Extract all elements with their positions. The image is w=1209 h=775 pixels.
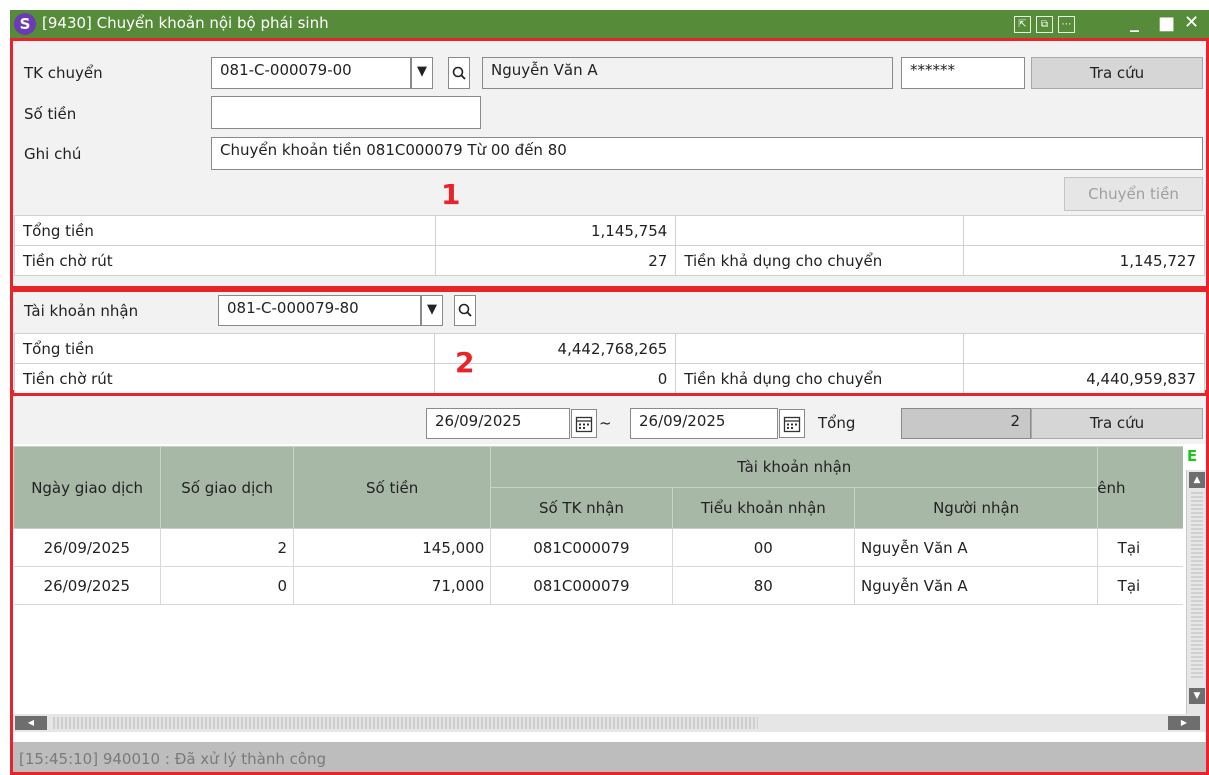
scroll-left-icon[interactable]: ◀ [15, 716, 47, 730]
cell-so-gd: 0 [160, 566, 295, 605]
cell-kenh: Tại [1097, 528, 1183, 567]
history-table: Ngày giao dịch Số giao dịch Số tiền Tài … [13, 446, 1183, 605]
destination-account-select[interactable]: 081-C-000079-80 [218, 295, 421, 326]
tien-kha-dung-label: Tiền khả dụng cho chuyển [675, 245, 965, 276]
cell-so-tk: 081C000079 [490, 566, 673, 605]
cell-so-tien: 71,000 [293, 566, 492, 605]
col-header-ngay[interactable]: Ngày giao dịch [13, 446, 162, 529]
tong-tien-label: Tổng tiền [13, 333, 436, 364]
empty-cell [675, 215, 965, 246]
date-to-input[interactable]: 26/09/2025 [630, 408, 778, 439]
status-bar: [15:45:10] 940010 : Đã xử lý thành công [13, 742, 1206, 772]
cell-nguoi-nhan: Nguyễn Văn A [854, 528, 1099, 567]
options-icon[interactable]: ⋯ [1058, 16, 1075, 33]
col-header-so-gd[interactable]: Số giao dịch [160, 446, 295, 529]
section-marker-1: 1 [441, 178, 461, 211]
pin-icon[interactable]: ⇱ [1014, 16, 1031, 33]
date-separator: ~ [599, 414, 612, 432]
table-row[interactable]: 26/09/2025 2 145,000 081C000079 00 Nguyễ… [13, 528, 1183, 567]
empty-cell [963, 333, 1205, 364]
history-lookup-button[interactable]: Tra cứu [1031, 408, 1203, 439]
empty-cell [963, 215, 1205, 246]
tien-cho-rut-label: Tiền chờ rút [13, 363, 436, 394]
col-header-so-tien[interactable]: Số tiền [293, 446, 492, 529]
cell-so-tien: 145,000 [293, 528, 492, 567]
destination-summary-table: Tổng tiền 4,442,768,265 Tiền chờ rút 0 T… [13, 333, 1205, 394]
source-account-select[interactable]: 081-C-000079-00 [211, 57, 411, 89]
cell-kenh: Tại [1097, 566, 1183, 605]
cell-ngay: 26/09/2025 [13, 566, 162, 605]
empty-cell [675, 333, 965, 364]
calendar-icon[interactable] [779, 409, 805, 438]
maximize-icon[interactable]: ■ [1158, 13, 1175, 34]
date-from-input[interactable]: 26/09/2025 [426, 408, 570, 439]
close-icon[interactable]: ✕ [1184, 12, 1199, 33]
lookup-button[interactable]: Tra cứu [1031, 57, 1203, 89]
so-tien-label: Số tiền [24, 105, 77, 123]
total-count: 2 [901, 408, 1031, 439]
window-titlebar[interactable]: S [9430] Chuyển khoản nội bộ phái sinh ⇱… [10, 10, 1209, 38]
cell-so-gd: 2 [160, 528, 295, 567]
col-header-kenh[interactable]: Kênh [1097, 446, 1183, 529]
tien-cho-rut-label: Tiền chờ rút [14, 245, 436, 276]
account-holder-name: Nguyễn Văn A [482, 57, 893, 89]
cell-ngay: 26/09/2025 [13, 528, 162, 567]
app-logo-icon: S [14, 13, 36, 35]
col-group-tk-nhan: Tài khoản nhận [490, 446, 1099, 488]
scroll-thumb[interactable] [53, 717, 758, 729]
cell-nguoi-nhan: Nguyễn Văn A [854, 566, 1099, 605]
cell-kenh-text: Tại [1117, 538, 1141, 557]
tien-cho-rut-value: 27 [434, 245, 677, 276]
table-row: Tổng tiền 4,442,768,265 [13, 333, 1205, 364]
section-marker-2: 2 [455, 346, 475, 379]
cell-kenh-text: Tại [1117, 576, 1141, 595]
cell-tieu-khoan: 00 [672, 528, 856, 567]
password-input[interactable]: ****** [901, 57, 1025, 89]
amount-input[interactable] [211, 96, 481, 129]
transfer-button[interactable]: Chuyển tiền [1064, 177, 1203, 211]
scroll-track[interactable] [1191, 492, 1203, 678]
table-row: Tiền chờ rút 27 Tiền khả dụng cho chuyển… [14, 245, 1205, 276]
horizontal-scrollbar[interactable]: ◀ ▶ [13, 714, 1206, 732]
tien-kha-dung-value: 1,145,727 [963, 245, 1205, 276]
source-summary-table: Tổng tiền 1,145,754 Tiền chờ rút 27 Tiền… [14, 215, 1205, 276]
table-row: Tổng tiền 1,145,754 [14, 215, 1205, 246]
calendar-icon[interactable] [571, 409, 597, 438]
vertical-scrollbar[interactable]: ▲ ▼ [1186, 470, 1206, 714]
note-input[interactable]: Chuyển khoản tiền 081C000079 Từ 00 đến 8… [211, 137, 1203, 170]
tong-tien-label: Tổng tiền [14, 215, 436, 246]
tien-kha-dung-label: Tiền khả dụng cho chuyển [675, 363, 965, 394]
ghi-chu-label: Ghi chú [24, 145, 82, 163]
search-icon[interactable] [454, 295, 476, 326]
minimize-icon[interactable]: _ [1130, 12, 1139, 33]
scroll-down-icon[interactable]: ▼ [1189, 688, 1205, 704]
tong-label: Tổng [818, 414, 856, 432]
col-header-nguoi-nhan[interactable]: Người nhận [854, 487, 1099, 529]
col-header-kenh-label: Kênh [1097, 478, 1126, 497]
tien-kha-dung-value: 4,440,959,837 [963, 363, 1205, 394]
table-row: Tiền chờ rút 0 Tiền khả dụng cho chuyển … [13, 363, 1205, 394]
tk-nhan-label: Tài khoản nhận [24, 302, 139, 320]
popout-icon[interactable]: ⧉ [1036, 16, 1053, 33]
tong-tien-value: 1,145,754 [434, 215, 677, 246]
cell-tieu-khoan: 80 [672, 566, 856, 605]
cell-so-tk: 081C000079 [490, 528, 673, 567]
scroll-right-icon[interactable]: ▶ [1168, 716, 1200, 730]
chevron-down-icon[interactable]: ▼ [421, 295, 443, 326]
col-header-tieu-khoan[interactable]: Tiểu khoản nhận [671, 487, 856, 529]
tk-chuyen-label: TK chuyển [24, 64, 103, 82]
scroll-up-icon[interactable]: ▲ [1189, 472, 1205, 488]
window-title: [9430] Chuyển khoản nội bộ phái sinh [42, 14, 329, 32]
table-row[interactable]: 26/09/2025 0 71,000 081C000079 80 Nguyễn… [13, 566, 1183, 605]
excel-export-icon[interactable]: E [1187, 447, 1197, 465]
chevron-down-icon[interactable]: ▼ [411, 57, 433, 89]
col-header-so-tk[interactable]: Số TK nhận [490, 487, 673, 529]
search-icon[interactable] [448, 57, 470, 89]
history-grid: Ngày giao dịch Số giao dịch Số tiền Tài … [13, 446, 1183, 714]
